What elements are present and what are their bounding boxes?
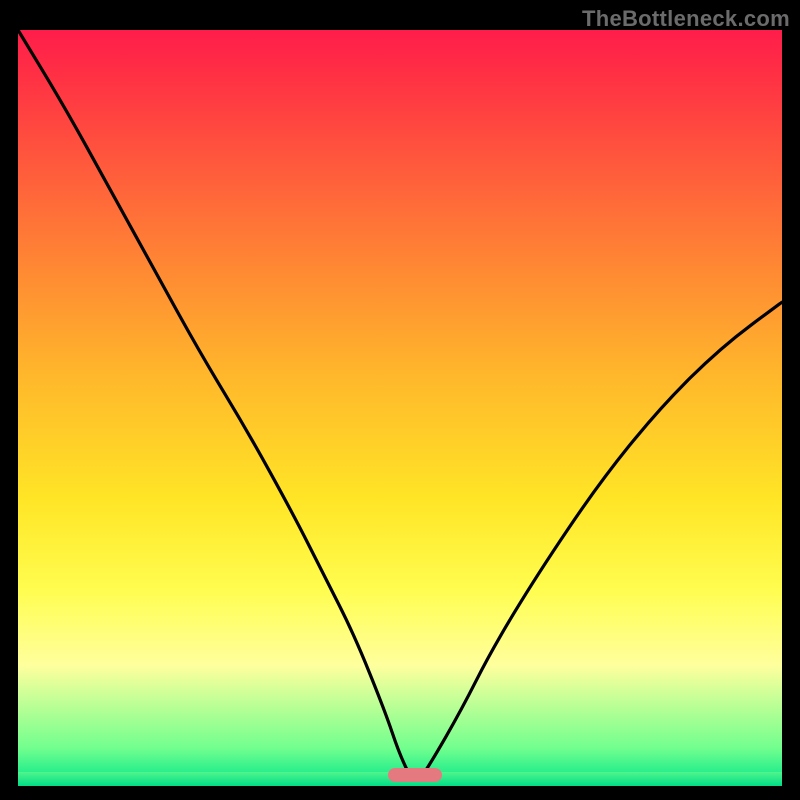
optimum-marker [388, 768, 442, 782]
plot-outer [18, 30, 782, 786]
chart-frame: TheBottleneck.com [0, 0, 800, 800]
bottleneck-curve-path [18, 30, 782, 780]
watermark-text: TheBottleneck.com [582, 6, 790, 32]
bottleneck-curve-svg [18, 30, 782, 786]
